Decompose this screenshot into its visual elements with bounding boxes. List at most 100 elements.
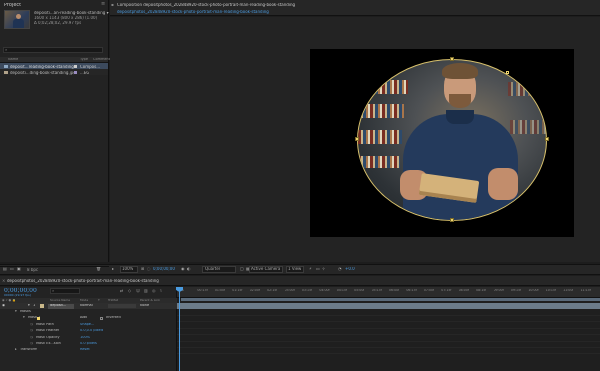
property-value[interactable]: 0.0,0.0 pixels — [80, 329, 103, 333]
property-value[interactable]: Shape... — [80, 323, 94, 327]
exposure-icon[interactable]: ◔ — [338, 267, 342, 271]
parent-dropdown[interactable]: None — [140, 304, 149, 308]
composition-tab[interactable]: Composition depositphotos_202848920-stoc… — [117, 3, 295, 7]
ruler-tick-label: 05:00f — [354, 289, 365, 292]
mask-vertex-handle[interactable] — [355, 137, 359, 141]
stopwatch-icon[interactable]: ◷ — [30, 323, 33, 327]
property-value[interactable]: 100% — [80, 336, 90, 340]
new-comp-icon[interactable]: ▣ — [17, 267, 21, 271]
comp-mini-flowchart-icon[interactable]: ⇄ — [120, 289, 123, 293]
column-comment[interactable]: Comment — [93, 58, 110, 62]
always-preview-icon[interactable]: ▸ — [112, 267, 114, 271]
property-label[interactable]: Mask Feather — [36, 329, 59, 333]
snapshot-icon[interactable]: ◉ — [181, 267, 185, 271]
interpret-footage-icon[interactable]: ▤ — [3, 267, 7, 271]
ruler-tick-label: 02:15f — [267, 289, 278, 292]
composition-canvas[interactable] — [310, 49, 574, 237]
stopwatch-icon[interactable]: ◷ — [30, 336, 33, 340]
bit-depth[interactable]: 8 bpc — [27, 268, 38, 272]
ruler-tick-label: 09:00f — [493, 289, 504, 292]
elliptical-mask[interactable] — [357, 59, 547, 221]
expand-triangle-icon[interactable]: ▾ — [15, 310, 17, 314]
column-name[interactable]: Name — [8, 58, 18, 62]
property-label[interactable]: Mask Path — [36, 323, 54, 327]
property-track[interactable] — [177, 329, 600, 336]
exposure-value[interactable]: +0.0 — [345, 267, 355, 271]
property-track[interactable] — [177, 336, 600, 342]
mask-tangent-handle[interactable] — [506, 71, 509, 74]
composition-flowchart-tab[interactable]: depositphotos_202848920-stock-photo-port… — [117, 10, 269, 14]
layer-number: 1 — [33, 304, 36, 307]
frame-blending-icon[interactable]: ▥ — [144, 289, 148, 293]
current-time-indicator[interactable] — [179, 287, 180, 371]
flowchart-icon[interactable]: ⊹ — [322, 267, 325, 271]
property-track[interactable] — [177, 323, 600, 329]
grid-icon[interactable]: ⊞ — [141, 267, 144, 271]
ruler-tick-label: 07:15f — [441, 289, 452, 292]
property-label[interactable]: Transform — [20, 348, 37, 352]
ruler-tick-label: 03:00f — [284, 289, 295, 292]
property-track[interactable] — [177, 348, 600, 355]
property-label[interactable]: Mask Opacity — [36, 336, 60, 340]
project-panel — [0, 0, 109, 262]
col-parent[interactable]: Parent & Link — [140, 299, 160, 302]
stopwatch-icon[interactable]: ◷ — [30, 342, 33, 346]
expand-triangle-icon[interactable]: ▸ — [15, 348, 17, 352]
new-folder-icon[interactable]: ▭ — [10, 267, 14, 271]
ruler-tick-label: 06:00f — [389, 289, 400, 292]
show-channel-icon[interactable]: ◐ — [187, 267, 191, 271]
col-t[interactable]: T — [98, 299, 100, 302]
timeline-tab[interactable]: depositphotos_202848920-stock-photo-port… — [7, 279, 159, 283]
property-value[interactable]: Add — [80, 316, 87, 320]
panel-menu-icon[interactable]: ≡ — [101, 2, 105, 7]
expand-triangle-icon[interactable]: ▾ — [23, 316, 25, 320]
property-track[interactable] — [177, 316, 600, 323]
close-icon[interactable]: × — [2, 279, 5, 283]
shy-icon[interactable]: ☺ — [136, 289, 140, 293]
mask-vertex-handle[interactable] — [545, 137, 549, 141]
mask-vertex-handle[interactable] — [450, 218, 454, 222]
motion-blur-icon[interactable]: ◎ — [152, 289, 156, 293]
trash-icon[interactable]: 🗑 — [96, 267, 101, 271]
mask-color-swatch[interactable] — [37, 316, 40, 320]
project-tab[interactable]: Project — [4, 3, 21, 8]
current-time[interactable]: 0;00;00;00 — [153, 267, 175, 271]
search-input[interactable] — [3, 47, 103, 53]
fast-previews-icon[interactable]: ⚡ — [309, 267, 312, 271]
property-label[interactable]: Masks — [20, 310, 31, 314]
item-type: ...EG — [80, 70, 90, 75]
property-track[interactable] — [177, 310, 600, 316]
property-track[interactable] — [177, 342, 600, 348]
blend-mode[interactable]: Normal — [80, 304, 93, 308]
col-mode[interactable]: Mode — [80, 299, 88, 302]
av-features-icons: ◉ ♪ ● 🔒 — [2, 298, 16, 302]
work-area-bar[interactable] — [181, 298, 600, 301]
expand-triangle-icon[interactable]: ▾ — [28, 304, 30, 308]
ruler-tick-label: 04:00f — [319, 289, 330, 292]
ruler-tick-label: 08:00f — [458, 289, 469, 292]
item-name[interactable]: depositi...an-reading-book-standing ▾ — [34, 11, 109, 15]
label-color[interactable] — [74, 70, 77, 74]
layer-duration-bar[interactable] — [177, 303, 600, 309]
property-value[interactable]: Reset — [80, 348, 90, 352]
visibility-eye-icon[interactable]: ◉ — [2, 304, 5, 308]
ruler-tick-label: 07:00f — [423, 289, 435, 292]
column-type[interactable]: Type — [80, 58, 88, 62]
property-value[interactable]: 0.0 pixels — [80, 342, 97, 346]
region-of-interest-icon[interactable]: ▢ — [240, 267, 244, 271]
graph-editor-icon[interactable]: ⌇ — [160, 289, 162, 293]
lock-icon[interactable]: ▪ — [111, 3, 114, 7]
timeline-search-input[interactable] — [50, 288, 80, 294]
timeline-icon[interactable]: ▭ — [316, 267, 320, 271]
stopwatch-icon[interactable]: ◷ — [30, 329, 33, 333]
col-trkmat[interactable]: TrkMat — [108, 299, 118, 302]
col-source-name[interactable]: Source Name — [50, 299, 70, 302]
draft-3d-icon[interactable]: ◇ — [128, 289, 131, 293]
label-color[interactable] — [74, 64, 77, 68]
mask-visibility-icon[interactable]: ◌ — [147, 267, 151, 271]
trkmat-dropdown[interactable] — [108, 304, 136, 308]
mask-vertex-handle[interactable] — [450, 57, 454, 61]
image-file-icon — [4, 70, 8, 74]
inverted-checkbox[interactable] — [100, 316, 103, 320]
property-label[interactable]: Mask Ex...sion — [36, 342, 61, 346]
